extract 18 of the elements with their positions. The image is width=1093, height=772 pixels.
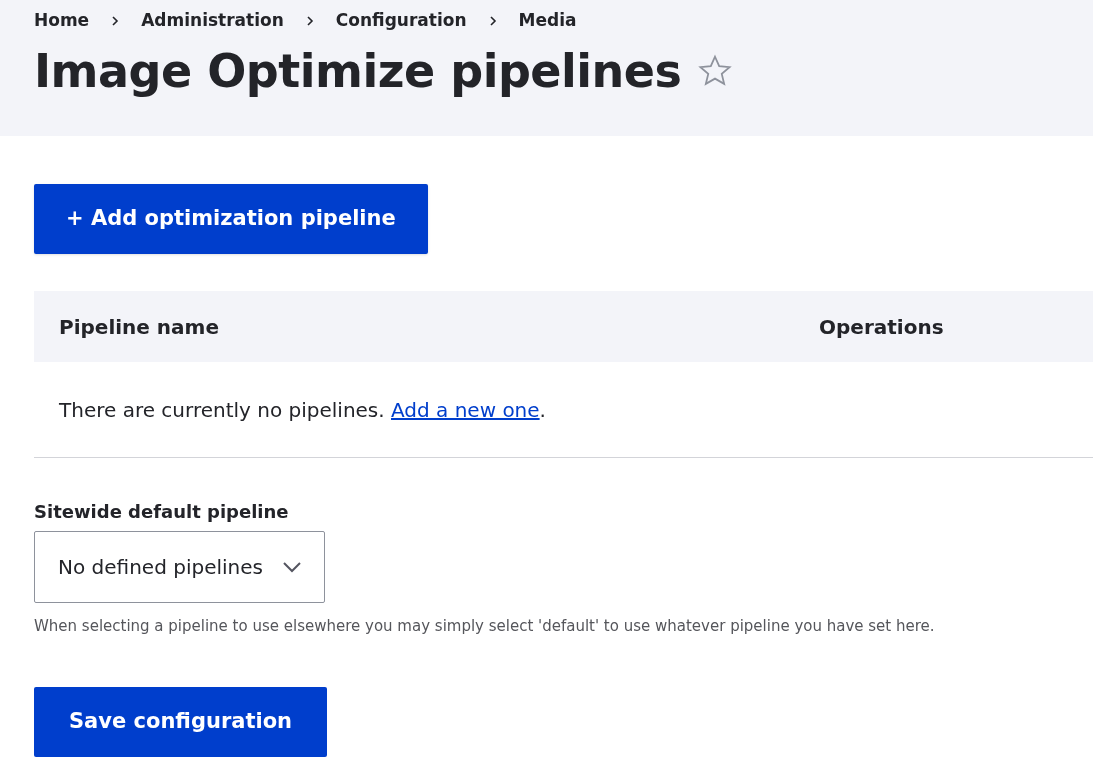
chevron-right-icon xyxy=(488,15,497,27)
empty-message: There are currently no pipelines. Add a new one. xyxy=(59,396,546,424)
field-description: When selecting a pipeline to use elsewhere you may simply select 'default' to use whatever pipeline you have set here. xyxy=(34,616,936,637)
breadcrumb-link[interactable]: Configuration xyxy=(335,8,467,34)
page-title: Image Optimize pipelines xyxy=(34,43,682,99)
breadcrumb-link[interactable]: Home xyxy=(34,8,90,34)
add-pipeline-button[interactable]: + Add optimization pipeline xyxy=(34,184,428,254)
chevron-down-icon xyxy=(282,561,302,573)
save-configuration-button[interactable]: Save configuration xyxy=(34,686,328,757)
chevron-right-icon xyxy=(111,15,120,27)
field-label: Sitewide default pipeline xyxy=(34,500,290,524)
breadcrumb-link[interactable]: Administration xyxy=(141,8,284,34)
add-new-link[interactable]: Add a new one xyxy=(391,397,540,422)
chevron-right-icon xyxy=(305,15,314,27)
breadcrumb-link[interactable]: Media xyxy=(518,8,577,34)
column-header: Pipeline name xyxy=(58,313,220,341)
pipeline-select[interactable]: No defined pipelines xyxy=(34,531,325,603)
column-header: Operations xyxy=(819,313,944,341)
